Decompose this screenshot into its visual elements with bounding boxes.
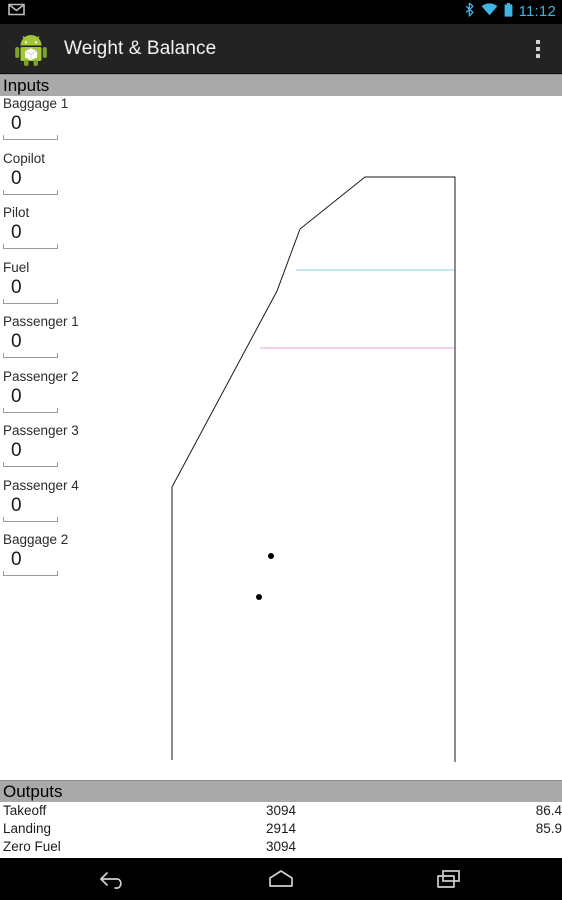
input-wrap-passenger-4 xyxy=(3,492,58,525)
input-group-pilot: Pilot xyxy=(0,205,170,260)
passenger-3-input[interactable] xyxy=(3,438,58,464)
input-wrap-passenger-2 xyxy=(3,383,58,416)
input-label-passenger-3: Passenger 3 xyxy=(3,423,79,438)
input-wrap-pilot xyxy=(3,220,58,252)
inputs-panel: Baggage 1 Copilot Pilot Fuel xyxy=(0,96,170,780)
app-screen: 11:12 Weight & Balance Inputs Baggage 1 … xyxy=(0,0,562,900)
cg-envelope-chart[interactable] xyxy=(170,96,562,780)
field-underline xyxy=(3,516,58,522)
output-weight: 3094 xyxy=(266,839,297,854)
output-name: Takeoff xyxy=(3,803,47,818)
field-underline xyxy=(3,244,58,249)
chart-canvas xyxy=(171,176,456,762)
overflow-dot xyxy=(536,46,540,51)
action-bar: Weight & Balance xyxy=(0,24,562,74)
field-underline xyxy=(3,407,58,413)
table-row: Takeoff 3094 86.4 xyxy=(0,802,562,820)
input-label-baggage-1: Baggage 1 xyxy=(3,96,69,111)
outputs-section-header: Outputs xyxy=(0,780,562,802)
input-wrap-fuel xyxy=(3,274,58,307)
navigation-bar xyxy=(0,858,562,900)
input-label-passenger-1: Passenger 1 xyxy=(3,314,79,329)
field-underline xyxy=(3,571,58,576)
field-underline xyxy=(3,462,58,467)
bluetooth-icon xyxy=(464,2,475,22)
input-group-baggage-1: Baggage 1 xyxy=(0,96,170,151)
input-group-passenger-1: Passenger 1 xyxy=(0,314,170,369)
input-wrap-copilot xyxy=(3,165,58,198)
output-cg: 86.4 xyxy=(535,803,562,818)
status-bar: 11:12 xyxy=(0,0,562,24)
copilot-input[interactable] xyxy=(3,165,58,192)
takeoff-cg-point xyxy=(268,553,274,559)
input-group-passenger-3: Passenger 3 xyxy=(0,423,170,478)
outputs-table: Takeoff 3094 86.4 Landing 2914 85.9 Zero… xyxy=(0,802,562,856)
field-underline xyxy=(3,189,58,195)
gmail-icon xyxy=(8,3,25,21)
cg-envelope-outline xyxy=(171,176,456,762)
input-group-passenger-2: Passenger 2 xyxy=(0,369,170,424)
overflow-dot xyxy=(536,39,540,44)
output-cg: 85.9 xyxy=(535,821,562,836)
input-label-pilot: Pilot xyxy=(3,205,30,220)
cg-points xyxy=(256,553,274,600)
home-icon[interactable] xyxy=(255,858,307,900)
passenger-2-input[interactable] xyxy=(3,383,58,410)
input-label-fuel: Fuel xyxy=(3,259,30,275)
android-robot-icon xyxy=(12,30,50,68)
input-group-copilot: Copilot xyxy=(0,151,170,206)
input-label-copilot: Copilot xyxy=(3,150,46,166)
baggage-1-input[interactable] xyxy=(3,111,58,137)
overflow-dot xyxy=(536,53,540,58)
status-bar-system-icons: 11:12 xyxy=(464,0,556,24)
input-group-passenger-4: Passenger 4 xyxy=(0,478,170,533)
passenger-1-input[interactable] xyxy=(3,329,58,355)
inputs-section-header: Inputs xyxy=(0,74,562,96)
field-underline xyxy=(3,135,58,140)
limit-lines xyxy=(260,269,455,349)
status-bar-clock: 11:12 xyxy=(518,3,556,20)
input-wrap-baggage-1 xyxy=(3,111,58,143)
input-label-passenger-4: Passenger 4 xyxy=(3,477,79,493)
status-bar-notifications xyxy=(8,3,25,21)
recent-apps-icon[interactable] xyxy=(423,858,475,900)
input-group-fuel: Fuel xyxy=(0,260,170,315)
input-wrap-baggage-2 xyxy=(3,547,58,579)
output-name: Landing xyxy=(3,821,52,836)
field-underline xyxy=(3,353,58,358)
page-title: Weight & Balance xyxy=(64,37,217,59)
table-row: Zero Fuel 3094 xyxy=(0,838,562,856)
pilot-input[interactable] xyxy=(3,220,58,246)
table-row: Landing 2914 85.9 xyxy=(0,820,562,838)
passenger-4-input[interactable] xyxy=(3,492,58,519)
input-wrap-passenger-1 xyxy=(3,329,58,361)
input-group-baggage-2: Baggage 2 xyxy=(0,532,170,587)
baggage-2-input[interactable] xyxy=(3,547,58,573)
field-underline xyxy=(3,298,58,304)
output-name: Zero Fuel xyxy=(3,839,61,854)
battery-icon xyxy=(504,2,513,22)
back-arrow-icon[interactable] xyxy=(87,858,139,900)
output-weight: 2914 xyxy=(266,821,297,836)
input-label-passenger-2: Passenger 2 xyxy=(3,368,79,384)
input-label-baggage-2: Baggage 2 xyxy=(3,532,69,547)
landing-cg-point xyxy=(256,594,262,600)
input-wrap-passenger-3 xyxy=(3,438,58,470)
fuel-input[interactable] xyxy=(3,274,58,301)
overflow-menu-icon[interactable] xyxy=(518,24,558,74)
wifi-icon xyxy=(481,3,498,21)
output-weight: 3094 xyxy=(266,803,297,818)
